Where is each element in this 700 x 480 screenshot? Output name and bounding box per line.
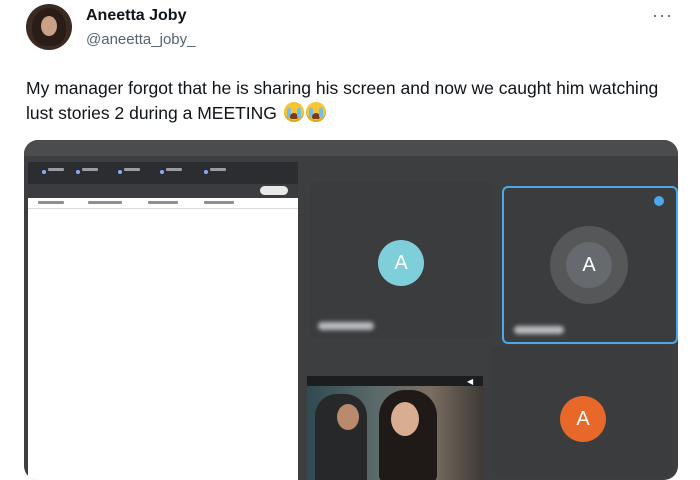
tab-favicon	[160, 170, 164, 174]
profile-avatar[interactable]	[26, 4, 72, 50]
participant-name-blurred	[514, 326, 564, 334]
participant-initial: A	[582, 253, 596, 276]
browser-tab-bar	[28, 162, 298, 184]
loudly-crying-face-icon	[305, 102, 326, 122]
tab-favicon	[118, 170, 122, 174]
speaking-indicator-icon	[654, 196, 664, 206]
video-tile: ◀	[307, 376, 483, 480]
display-name[interactable]: Aneetta Joby	[86, 7, 186, 25]
avatar-face	[41, 16, 57, 36]
user-handle[interactable]: @aneetta_joby_	[86, 31, 195, 48]
tab-title	[124, 168, 140, 171]
participant-initial: A	[394, 251, 408, 274]
tab-title	[166, 168, 182, 171]
participant-name-blurred	[318, 322, 374, 330]
participant-tile: A	[492, 346, 672, 476]
video-frame	[307, 386, 483, 480]
bookmark-item	[38, 201, 64, 204]
bookmarks-bar	[28, 198, 298, 209]
tab-favicon	[204, 170, 208, 174]
monitor-bezel	[24, 140, 678, 156]
participant-initial: A	[576, 407, 590, 430]
loudly-crying-face-icon	[283, 102, 304, 122]
participant-tile-active: A	[502, 186, 678, 344]
tweet-media-photo[interactable]: A A ◀ A	[24, 140, 678, 480]
tab-title	[48, 168, 64, 171]
bookmark-item	[88, 201, 122, 204]
video-person-man-face	[337, 404, 359, 430]
tab-favicon	[42, 170, 46, 174]
tweet-text: My manager forgot that he is sharing his…	[26, 76, 676, 126]
participant-avatar: A	[566, 242, 612, 288]
participant-avatar: A	[560, 396, 606, 442]
tweet-body: My manager forgot that he is sharing his…	[26, 78, 659, 123]
video-person-woman-face	[391, 402, 419, 436]
participant-avatar: A	[378, 240, 424, 286]
update-button	[260, 186, 288, 195]
bookmark-item	[148, 201, 178, 204]
bookmark-item	[204, 201, 234, 204]
browser-page-content	[28, 209, 298, 480]
speaker-icon: ◀	[467, 377, 474, 386]
more-options-icon[interactable]: ···	[652, 5, 673, 26]
browser-toolbar	[28, 184, 298, 198]
tab-title	[210, 168, 226, 171]
participant-tile: A	[310, 182, 492, 338]
tab-title	[82, 168, 98, 171]
tab-favicon	[76, 170, 80, 174]
shared-browser-window	[28, 162, 298, 480]
